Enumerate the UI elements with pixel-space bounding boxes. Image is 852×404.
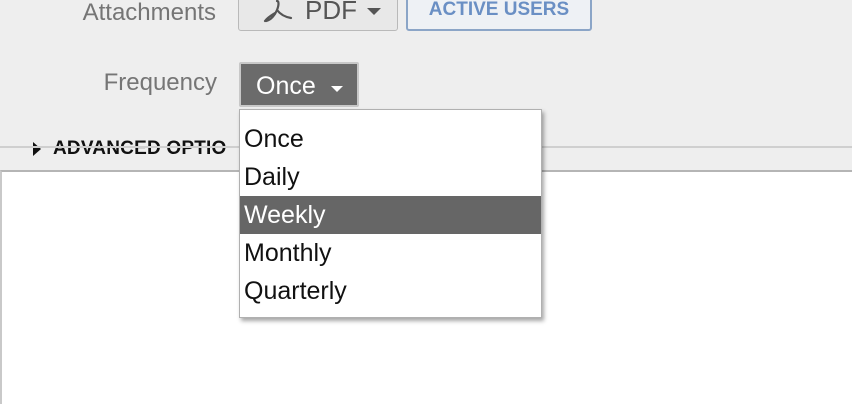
dropdown-option-once[interactable]: Once [240,120,541,158]
active-users-button[interactable]: ACTIVE USERS [406,0,592,31]
advanced-options-toggle[interactable]: ADVANCED OPTIO [33,136,226,162]
chevron-down-icon [331,86,343,92]
dropdown-option-weekly[interactable]: Weekly [240,196,541,234]
pdf-attachment-button[interactable]: PDF [238,0,398,31]
frequency-selected-value: Once [256,72,316,100]
attachments-label: Attachments [82,0,216,26]
frequency-label: Frequency [103,69,217,96]
adobe-pdf-icon [263,0,293,23]
dropdown-option-quarterly[interactable]: Quarterly [240,272,541,310]
pdf-button-label: PDF [305,0,357,25]
dropdown-option-monthly[interactable]: Monthly [240,234,541,272]
frequency-select[interactable]: Once [239,62,359,107]
dropdown-option-daily[interactable]: Daily [240,158,541,196]
triangle-right-icon [33,142,41,156]
advanced-options-label: ADVANCED OPTIO [53,138,227,159]
chevron-down-icon [367,8,381,15]
frequency-dropdown-menu: Once Daily Weekly Monthly Quarterly [239,109,542,318]
